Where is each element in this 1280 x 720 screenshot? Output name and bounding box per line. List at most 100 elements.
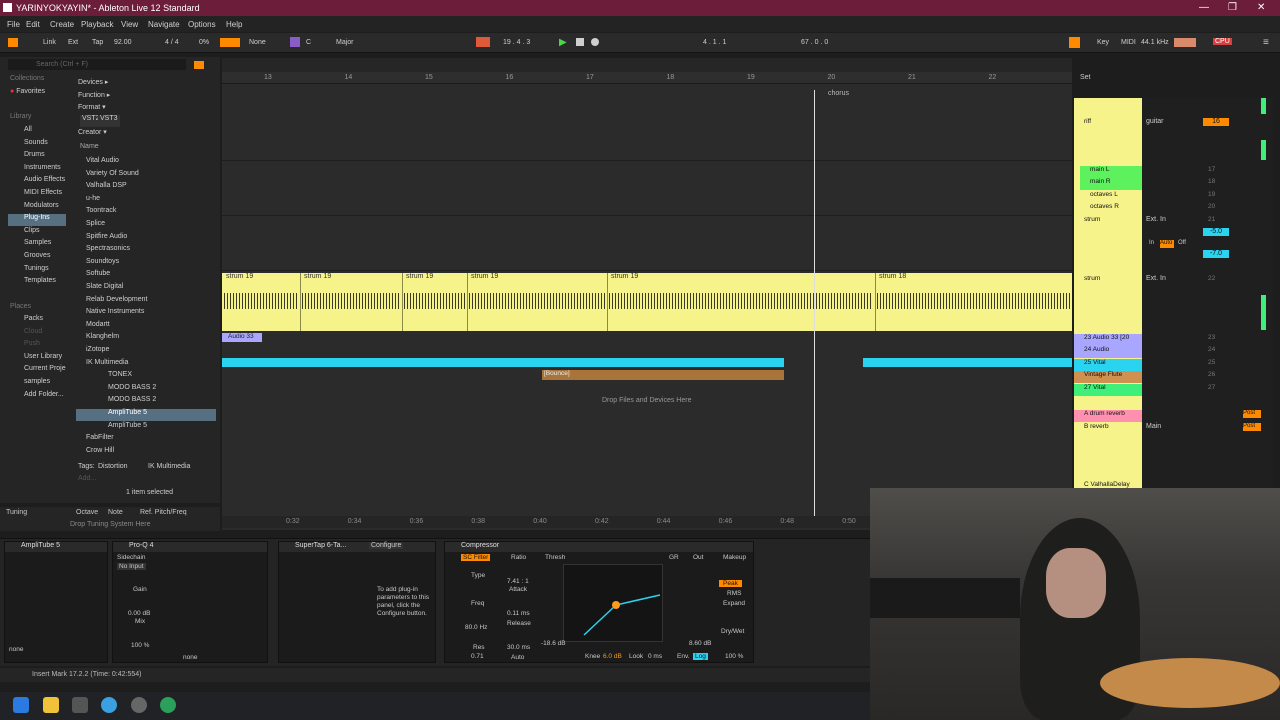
scale-none[interactable]: None: [249, 39, 266, 46]
plugin-folder-item[interactable]: IK Multimedia: [76, 359, 216, 371]
bounce-clip[interactable]: [Bounce]: [542, 370, 784, 380]
song-position[interactable]: 19 . 4 . 3: [503, 39, 530, 46]
proq-none[interactable]: none: [183, 654, 197, 661]
ext-button[interactable]: Ext: [68, 39, 78, 46]
library-item[interactable]: Drums: [8, 151, 66, 163]
track-header[interactable]: Vintage Flute: [1074, 371, 1142, 383]
library-item[interactable]: Sounds: [8, 139, 66, 151]
track-volume[interactable]: 23: [1208, 334, 1215, 341]
track-volume[interactable]: 24: [1208, 346, 1215, 353]
track-volume[interactable]: 17: [1208, 166, 1215, 173]
rms-button[interactable]: RMS: [727, 590, 741, 597]
name-column-header[interactable]: Name: [80, 143, 99, 155]
library-item[interactable]: Audio Effects: [8, 176, 66, 188]
plugin-folder-item[interactable]: FabFilter: [76, 434, 216, 446]
track-volume[interactable]: 27: [1208, 384, 1215, 391]
link-button[interactable]: Link: [43, 39, 56, 46]
track-header[interactable]: octaves L: [1080, 191, 1142, 203]
track-header[interactable]: 25 Vital: [1074, 359, 1142, 371]
track-volume[interactable]: 19: [1208, 191, 1215, 198]
library-item[interactable]: Clips: [8, 227, 66, 239]
filter-function[interactable]: Function ▸: [78, 91, 110, 103]
tuning-note[interactable]: Note: [108, 509, 123, 516]
strum-clip[interactable]: strum 19: [304, 273, 331, 284]
tuning-octave[interactable]: Octave: [76, 509, 98, 516]
menu-navigate[interactable]: Navigate: [148, 20, 180, 29]
thresh-value[interactable]: -18.6 dB: [541, 640, 566, 647]
overview-strip[interactable]: [222, 58, 1072, 72]
track-header[interactable]: strum: [1074, 275, 1142, 287]
scale-mode-icon[interactable]: [290, 37, 300, 47]
key-root[interactable]: C: [306, 39, 311, 46]
output-main[interactable]: Main: [1146, 423, 1161, 430]
plugin-folder-item[interactable]: AmpliTube 5: [76, 422, 216, 434]
minimize-icon[interactable]: —: [1199, 2, 1209, 13]
browser-search[interactable]: Search (Ctrl + F): [8, 59, 186, 70]
filter-vst3[interactable]: VST3: [98, 115, 120, 127]
plugin-folder-item[interactable]: Modartt: [76, 321, 216, 333]
configure-button[interactable]: Configure: [369, 542, 404, 549]
playhead[interactable]: [814, 90, 815, 516]
plugin-folder-item[interactable]: MODO BASS 2: [76, 396, 216, 408]
library-item[interactable]: Tunings: [8, 265, 66, 277]
strum-clip[interactable]: strum 19: [226, 273, 253, 284]
amplitube-none[interactable]: none: [9, 646, 23, 653]
ableton-live-icon[interactable]: [72, 697, 88, 713]
post-button-a[interactable]: Post: [1243, 410, 1261, 418]
app-icon[interactable]: [160, 697, 176, 713]
plugin-folder-item[interactable]: Relab Development: [76, 296, 216, 308]
track-header[interactable]: B reverb: [1074, 423, 1142, 435]
knee-value[interactable]: 6.0 dB: [603, 653, 622, 660]
track-header[interactable]: 23 Audio 33 [20: [1074, 334, 1142, 346]
settings-icon[interactable]: [131, 697, 147, 713]
maximize-icon[interactable]: ❐: [1228, 2, 1237, 13]
plugin-folder-item[interactable]: Variety Of Sound: [76, 170, 216, 182]
beat-ruler[interactable]: 13 14 15 16 17 18 19 20 21 22: [222, 72, 1072, 84]
compressor-curve-display[interactable]: [563, 564, 663, 642]
freq-value[interactable]: 80.0 Hz: [465, 624, 487, 631]
amplitube-device[interactable]: AmpliTube 5 none: [4, 541, 108, 663]
stop-icon[interactable]: [576, 38, 584, 46]
send-value-2[interactable]: -7.0: [1203, 250, 1229, 258]
close-icon[interactable]: ✕: [1257, 2, 1265, 13]
plugin-folder-item[interactable]: Valhalla DSP: [76, 182, 216, 194]
time-signature[interactable]: 4 / 4: [165, 39, 179, 46]
view-toggle-icon[interactable]: [8, 38, 18, 47]
out-value[interactable]: 8.60 dB: [689, 640, 711, 647]
supertap-device[interactable]: SuperTap 6-Ta... Configure To add plug-i…: [278, 541, 436, 663]
library-item[interactable]: Plug-Ins: [8, 214, 66, 227]
track-header[interactable]: main L: [1080, 166, 1142, 178]
library-item[interactable]: Grooves: [8, 252, 66, 264]
track-header[interactable]: octaves R: [1080, 203, 1142, 215]
places-item[interactable]: samples: [8, 378, 50, 390]
send-value-1[interactable]: -5.0: [1203, 228, 1229, 236]
midi-map-button[interactable]: MIDI: [1121, 39, 1136, 46]
post-button-b[interactable]: Post: [1243, 423, 1261, 431]
plugin-folder-item[interactable]: Softube: [76, 270, 216, 282]
tuning-ref[interactable]: Ref. Pitch/Freq: [140, 509, 187, 516]
plugin-folder-item[interactable]: Soundtoys: [76, 258, 216, 270]
strum-clip[interactable]: strum 19: [406, 273, 433, 284]
menu-options[interactable]: Options: [188, 20, 216, 29]
input-ext-in-1[interactable]: Ext. In: [1146, 216, 1166, 223]
file-explorer-icon[interactable]: [43, 697, 59, 713]
plugin-folder-item[interactable]: iZotope: [76, 346, 216, 358]
places-item[interactable]: Cloud: [8, 328, 42, 340]
pencil-icon[interactable]: [1069, 37, 1080, 48]
auto-button[interactable]: Auto: [1160, 240, 1174, 248]
places-item[interactable]: Packs: [8, 315, 43, 327]
track-header[interactable]: 24 Audio: [1074, 346, 1142, 358]
menu-edit[interactable]: Edit: [26, 20, 40, 29]
drywet-value[interactable]: 100 %: [725, 653, 743, 660]
vital-clip-1[interactable]: [222, 358, 784, 367]
vital-clip-2[interactable]: [863, 358, 1072, 367]
strum-clip[interactable]: strum 19: [611, 273, 638, 284]
tag-distortion[interactable]: Distortion: [98, 463, 128, 475]
track-volume[interactable]: 20: [1208, 203, 1215, 210]
track-header[interactable]: riff: [1074, 118, 1142, 130]
add-tag[interactable]: Add...: [78, 475, 96, 487]
input-ext-in-2[interactable]: Ext. In: [1146, 275, 1166, 282]
browser-filter-icon[interactable]: [194, 61, 204, 69]
library-item[interactable]: All: [8, 126, 66, 138]
plugin-folder-item[interactable]: Vital Audio: [76, 157, 216, 169]
